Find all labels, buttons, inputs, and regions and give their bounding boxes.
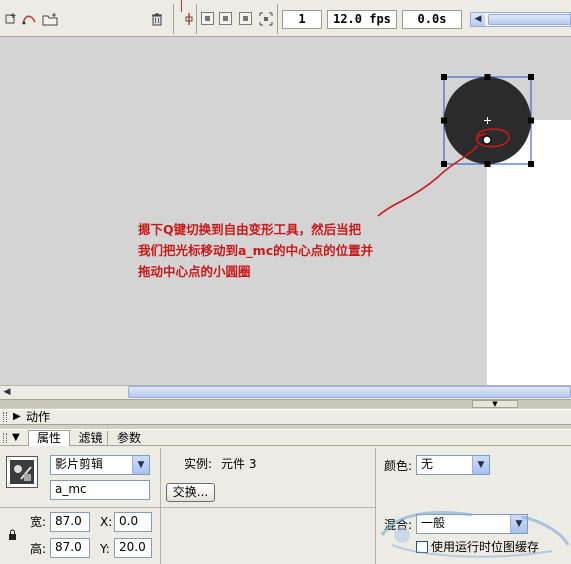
color-effect-select[interactable]: 无 ▼ [416, 455, 490, 475]
grip-icon[interactable] [3, 412, 7, 422]
symbol-type-value: 影片剪辑 [55, 457, 104, 471]
color-label: 颜色: [384, 459, 413, 473]
height-label: 高: [30, 542, 47, 556]
timeline-scroll-thumb[interactable] [488, 14, 571, 25]
height-field[interactable]: 87.0 [50, 538, 90, 558]
y-label: Y: [100, 542, 110, 556]
playhead-line [181, 0, 182, 12]
onion-skin-outlines-button[interactable] [219, 12, 232, 25]
timeline-hscrollbar[interactable]: ◀ [470, 12, 571, 27]
collapse-arrow-icon[interactable]: ▼ [12, 431, 20, 445]
edit-multiple-frames-button[interactable] [239, 12, 252, 25]
instance-symbol-name: 元件 3 [221, 457, 257, 471]
tab-properties[interactable]: 属性 [28, 430, 70, 446]
timeline-toolbar: 1 12.0 fps 0.0s ◀ [0, 0, 571, 37]
properties-panel-header: ▼ 属性 滤镜 参数 [0, 429, 571, 446]
delete-layer-icon[interactable] [151, 12, 163, 26]
y-field[interactable]: 20.0 [114, 538, 152, 558]
annotation-text: 摁下Q键切换到自由变形工具，然后当把 我们把光标移动到a_mc的中心点的位置并 … [138, 222, 374, 279]
center-frame-icon[interactable] [184, 12, 194, 26]
instance-name-field[interactable]: a_mc [50, 480, 150, 500]
swap-button[interactable]: 交换... [166, 483, 215, 502]
motion-guide-icon[interactable] [21, 12, 37, 26]
width-field[interactable]: 87.0 [50, 512, 90, 532]
chevron-down-icon[interactable]: ▼ [472, 456, 489, 474]
stage-scroll-thumb[interactable] [128, 386, 571, 398]
modify-onion-markers-icon[interactable] [259, 12, 273, 26]
onion-skin-button[interactable] [201, 12, 214, 25]
insert-folder-icon[interactable] [42, 12, 58, 26]
actions-panel-header[interactable]: ▶ 动作 [0, 409, 571, 425]
actions-panel-title: 动作 [26, 410, 51, 424]
stage-scroll-left-icon[interactable]: ◀ [0, 386, 14, 398]
lock-icon[interactable] [8, 529, 17, 543]
x-field[interactable]: 0.0 [114, 512, 152, 532]
instance-label: 实例: [184, 457, 213, 471]
site-watermark-logo [380, 510, 570, 558]
x-label: X: [100, 515, 113, 529]
symbol-type-select[interactable]: 影片剪辑 ▼ [50, 455, 150, 475]
transform-center-point[interactable] [482, 135, 492, 145]
scroll-left-arrow-icon[interactable]: ◀ [471, 13, 485, 26]
expand-arrow-icon[interactable]: ▶ [13, 410, 21, 424]
current-frame-field: 1 [282, 10, 322, 29]
tab-filters[interactable]: 滤镜 [74, 431, 108, 445]
width-label: 宽: [30, 515, 47, 529]
color-effect-value: 无 [421, 457, 434, 471]
tab-parameters[interactable]: 参数 [112, 431, 146, 445]
grip-icon[interactable] [3, 433, 7, 443]
divider [0, 507, 375, 508]
stage-drawing [377, 74, 534, 217]
insert-layer-icon[interactable] [4, 12, 18, 26]
chevron-down-icon[interactable]: ▼ [132, 456, 149, 474]
elapsed-time-field: 0.0s [402, 10, 462, 29]
collapse-arrow-icon[interactable]: ▼ [472, 400, 518, 408]
movie-clip-icon [6, 456, 38, 488]
frame-rate-field[interactable]: 12.0 fps [327, 10, 397, 29]
panel-splitter[interactable]: ▼ [0, 399, 571, 408]
